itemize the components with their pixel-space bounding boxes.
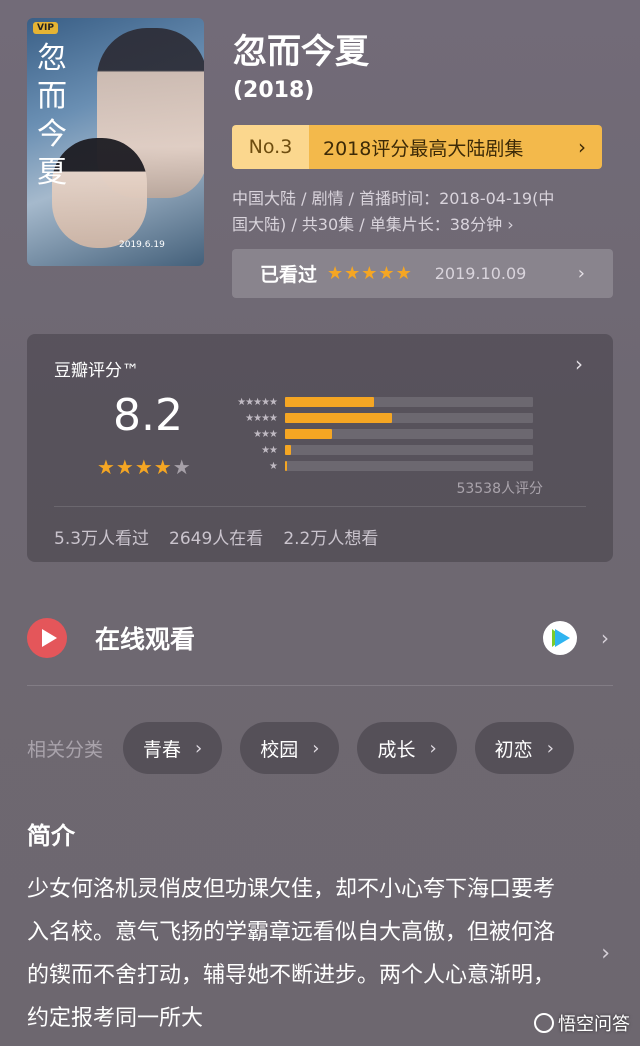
rating-title: 豆瓣评分™	[54, 361, 139, 381]
bar-star-label: ★★★	[253, 428, 278, 440]
meta-line-1: 中国大陆 / 剧情 / 首播时间：2018-04-19(中	[232, 189, 555, 208]
stat-watching: 2649人在看	[169, 529, 264, 549]
categories-label: 相关分类	[27, 738, 104, 761]
wukong-logo-icon	[534, 1013, 554, 1033]
watched-status-bar[interactable]: 已看过 ★★★★★ 2019.10.09 ›	[232, 249, 613, 298]
chevron-right-icon: ›	[577, 263, 585, 284]
release-year: (2018)	[233, 78, 315, 103]
rating-count: 53538人评分	[456, 481, 543, 497]
watermark: 悟空问答	[534, 1010, 630, 1036]
rating-score: 8.2	[113, 390, 183, 441]
star-filled-icons: ★★★★	[97, 455, 173, 479]
rank-number: No.3	[232, 125, 309, 169]
bar-star-label: ★	[269, 460, 278, 472]
rank-text-box: 2018评分最高大陆剧集 ›	[309, 125, 602, 169]
intro-heading: 简介	[27, 822, 75, 850]
category-tag[interactable]: 成长 ›	[357, 722, 457, 774]
meta-line-2: 国大陆) / 共30集 / 单集片长：38分钟	[232, 215, 503, 234]
intro-text[interactable]: 少女何洛机灵俏皮但功课欠佳，却不小心夸下海口要考入名校。意气飞扬的学霸章远看似自…	[27, 868, 572, 1040]
chevron-right-icon: ›	[601, 626, 609, 650]
bar-fill	[285, 445, 292, 455]
related-categories: 相关分类 青春 › 校园 › 成长 › 初恋 ›	[27, 722, 592, 774]
bar-star-label: ★★★★★	[237, 396, 278, 408]
bar-track	[285, 429, 533, 439]
chevron-right-icon: ›	[195, 737, 203, 759]
page-title: 忽而今夏	[233, 32, 369, 72]
rating-distribution: ★★★★★ ★★★★ ★★★ ★★ ★	[223, 394, 533, 474]
bar-fill	[285, 429, 333, 439]
watched-stars: ★★★★★	[327, 263, 413, 284]
bar-track	[285, 461, 533, 471]
chevron-right-icon: ›	[312, 737, 320, 759]
chevron-right-icon: ›	[507, 215, 514, 234]
rating-bar-row: ★★★★★	[223, 394, 533, 410]
bar-track	[285, 413, 533, 423]
chevron-right-icon: ›	[546, 737, 554, 759]
tag-label: 初恋	[494, 738, 533, 761]
bar-star-label: ★★	[261, 444, 278, 456]
bar-fill	[285, 413, 392, 423]
rank-text: 2018评分最高大陆剧集	[323, 137, 524, 160]
rating-stars: ★★★★★	[97, 455, 192, 479]
poster-date: 2019.6.19	[119, 240, 165, 250]
stat-want: 2.2万人想看	[283, 529, 379, 549]
tencent-video-icon	[543, 621, 577, 655]
category-tag[interactable]: 青春 ›	[123, 722, 223, 774]
watch-online-label: 在线观看	[95, 625, 196, 654]
rank-banner[interactable]: No.3 2018评分最高大陆剧集 ›	[232, 125, 602, 169]
bar-fill	[285, 397, 375, 407]
stat-watched: 5.3万人看过	[54, 529, 150, 549]
poster-image[interactable]: VIP 忽而今夏 2019.6.19	[27, 18, 204, 266]
watch-stats: 5.3万人看过 2649人在看 2.2万人想看	[54, 524, 378, 549]
douban-rating-card[interactable]: 豆瓣评分™ › 8.2 ★★★★★ ★★★★★ ★★★★ ★★★ ★★ ★ 53538人…	[27, 334, 613, 562]
chevron-right-icon[interactable]: ›	[575, 352, 583, 376]
bar-fill	[285, 461, 287, 471]
category-tag[interactable]: 校园 ›	[240, 722, 340, 774]
rating-bar-row: ★★★★	[223, 410, 533, 426]
divider	[27, 685, 613, 686]
chevron-right-icon: ›	[578, 135, 586, 159]
watermark-text: 悟空问答	[558, 1014, 630, 1035]
poster-title: 忽而今夏	[37, 41, 67, 190]
watched-date: 2019.10.09	[434, 264, 527, 283]
bar-track	[285, 445, 533, 455]
meta-line-2-wrap: 国大陆) / 共30集 / 单集片长：38分钟 ›	[232, 212, 612, 238]
rating-bar-row: ★	[223, 458, 533, 474]
tag-label: 青春	[143, 738, 182, 761]
chevron-right-icon: ›	[429, 737, 437, 759]
bar-star-label: ★★★★	[245, 412, 278, 424]
star-empty-icon: ★	[172, 455, 192, 479]
rating-bar-row: ★★	[223, 442, 533, 458]
tag-label: 校园	[260, 738, 299, 761]
chevron-right-icon[interactable]: ›	[601, 941, 610, 966]
meta-info[interactable]: 中国大陆 / 剧情 / 首播时间：2018-04-19(中 国大陆) / 共30…	[232, 186, 612, 238]
divider	[54, 506, 586, 507]
rating-bar-row: ★★★	[223, 426, 533, 442]
play-icon	[27, 618, 67, 658]
tag-label: 成长	[377, 738, 416, 761]
category-tag[interactable]: 初恋 ›	[474, 722, 574, 774]
bar-track	[285, 397, 533, 407]
watched-label: 已看过	[260, 264, 318, 286]
watch-online-row[interactable]: 在线观看 ›	[27, 615, 613, 661]
vip-badge: VIP	[33, 22, 58, 34]
